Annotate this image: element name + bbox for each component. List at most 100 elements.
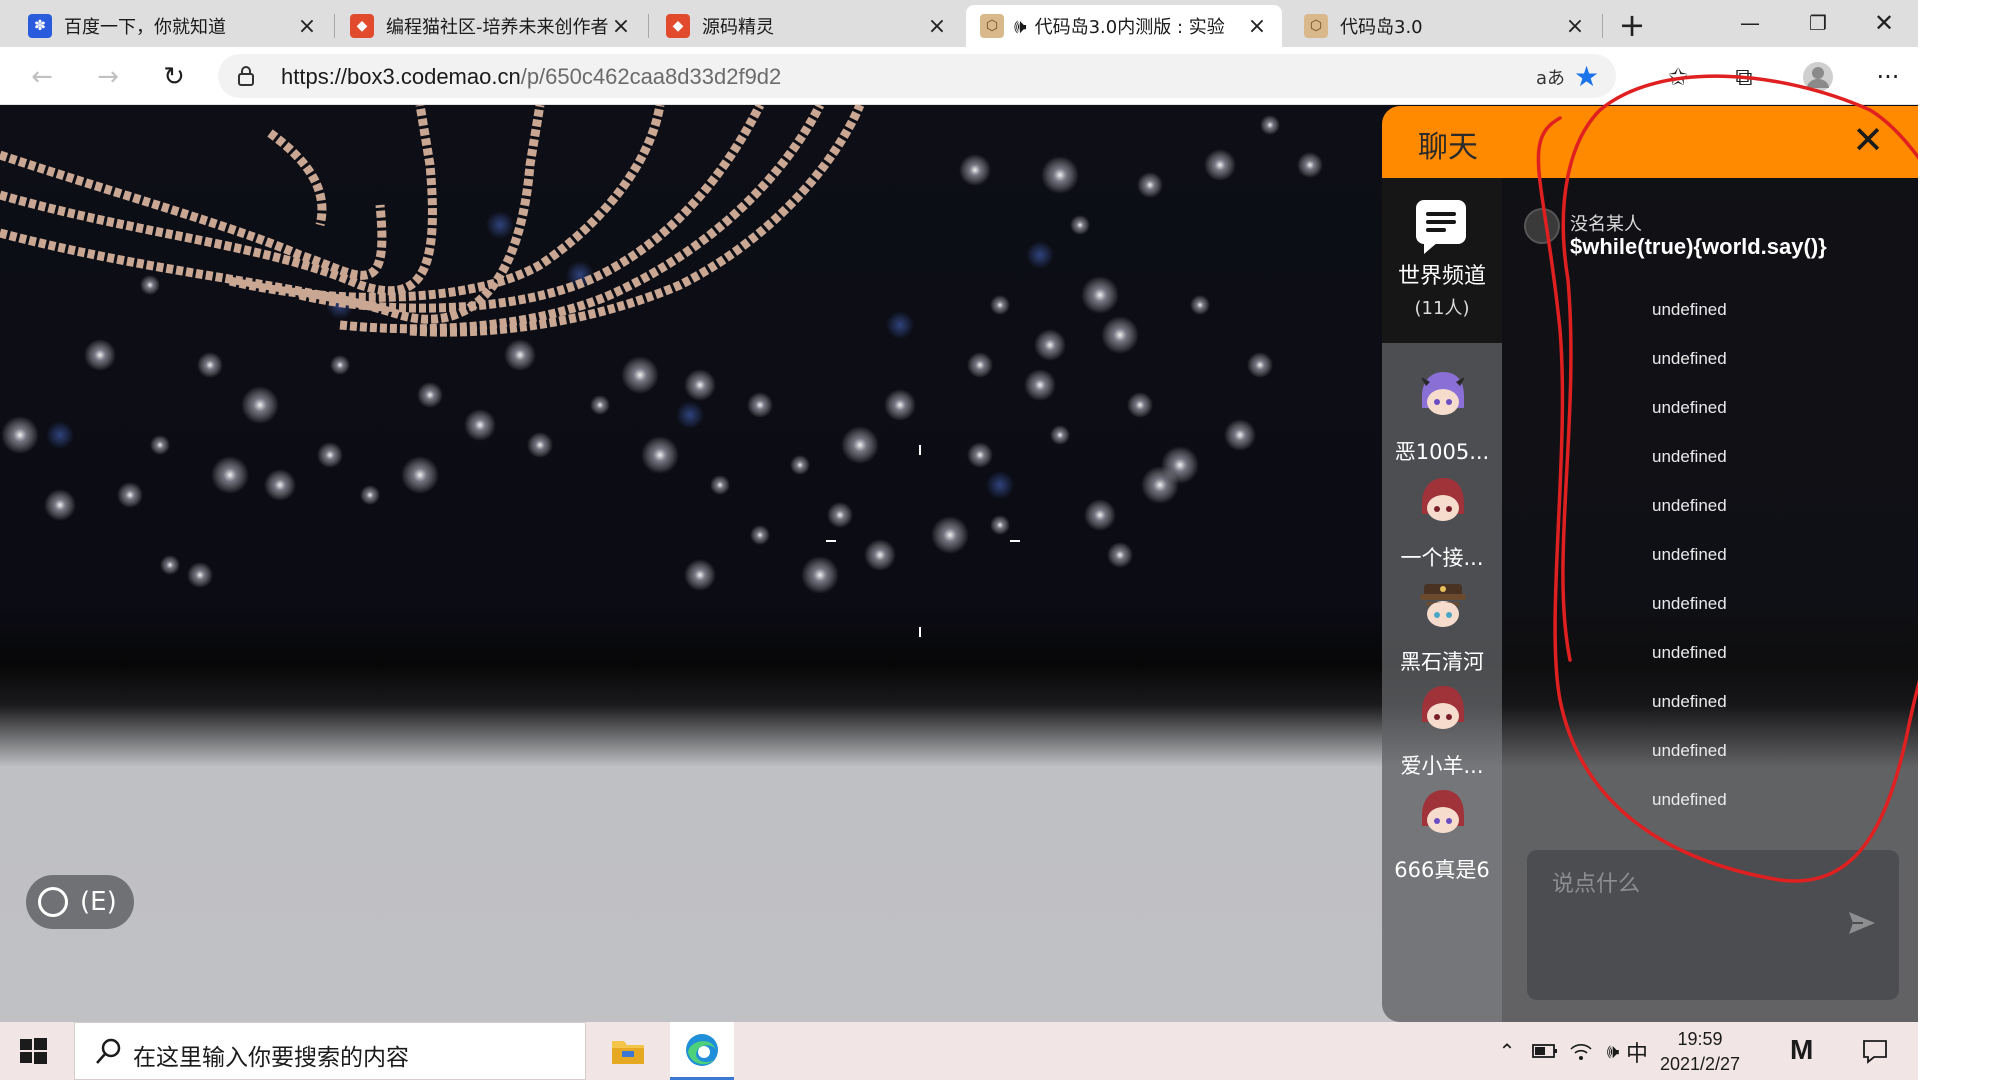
chat-messages[interactable]: 没名某人 $while(true){world.say()} undefined… xyxy=(1502,178,1918,1022)
volume-icon[interactable]: 🕪 xyxy=(1598,1036,1628,1066)
box3-cube-icon: ⬡ xyxy=(1304,14,1328,38)
tab-box3[interactable]: ⬡ 代码岛3.0 × xyxy=(1290,5,1600,47)
chat-panel: 聊天 ✕ 世界频道 (11人) 恶1005... 一个接... 黑石清河 爱小羊… xyxy=(1382,106,1918,1022)
battery-icon[interactable] xyxy=(1530,1036,1560,1066)
favorite-star-icon[interactable]: ★ xyxy=(1574,60,1599,93)
new-tab-button[interactable]: + xyxy=(1614,6,1650,44)
screen-edge xyxy=(1918,0,1998,1080)
system-message: undefined xyxy=(1652,349,1727,368)
system-message: undefined xyxy=(1652,300,1727,319)
close-icon[interactable]: × xyxy=(926,14,948,39)
send-icon[interactable] xyxy=(1847,908,1877,938)
system-message: undefined xyxy=(1652,496,1727,515)
browser-toolbar: ← → ↻ https://box3.codemao.cn/p/650c462c… xyxy=(0,47,1918,105)
file-explorer-icon[interactable] xyxy=(596,1022,660,1080)
address-bar[interactable]: https://box3.codemao.cn/p/650c462caa8d33… xyxy=(218,54,1616,98)
taskbar-search[interactable]: 在这里输入你要搜索的内容 xyxy=(74,1022,586,1080)
tab-separator xyxy=(334,14,335,38)
tab-title: 百度一下，你就知道 xyxy=(64,17,226,38)
windows-start-icon[interactable] xyxy=(18,1036,48,1066)
wifi-icon[interactable] xyxy=(1566,1036,1596,1066)
ime-indicator[interactable]: 中 xyxy=(1626,1036,1648,1068)
url-text[interactable]: https://box3.codemao.cn/p/650c462caa8d33… xyxy=(281,64,781,90)
channel-world[interactable]: 世界频道 (11人) xyxy=(1382,178,1502,343)
chat-input[interactable]: 说点什么 xyxy=(1527,850,1899,1000)
tab-source-sprite[interactable]: ◆ 源码精灵 × xyxy=(652,5,962,47)
tab-box3-beta[interactable]: ⬡ 🕪 代码岛3.0内测版 : 实验 × xyxy=(966,5,1282,47)
speaker-icon[interactable]: 🕪 xyxy=(1014,14,1027,38)
clock-time: 19:59 xyxy=(1677,1029,1723,1049)
tab-separator xyxy=(1602,14,1603,38)
system-message: undefined xyxy=(1652,790,1727,809)
channel-name: 世界频道 xyxy=(1397,264,1486,289)
tab-separator xyxy=(648,14,649,38)
tab-strip: ✽ 百度一下，你就知道 × ◆ 编程猫社区-培养未来创作者 × ◆ 源码精灵 ×… xyxy=(0,0,1918,47)
interact-key-label: (E) xyxy=(80,887,117,917)
tab-title: 代码岛3.0 xyxy=(1340,17,1423,38)
chat-header: 聊天 ✕ xyxy=(1382,106,1918,178)
avatar xyxy=(1422,790,1464,833)
baidu-paw-icon: ✽ xyxy=(28,14,52,38)
member-name: 666真是6 xyxy=(1394,858,1490,882)
more-menu-icon[interactable]: ··· xyxy=(1870,59,1906,95)
tab-title: 编程猫社区-培养未来创作者 xyxy=(386,17,609,38)
close-chat-icon[interactable]: ✕ xyxy=(1846,118,1890,162)
window-close-icon[interactable]: ✕ xyxy=(1852,4,1916,42)
stars xyxy=(1,115,1323,594)
avatar xyxy=(1420,584,1466,627)
box3-cube-icon: ⬡ xyxy=(980,14,1004,38)
url-path: /p/650c462caa8d33d2f9d2 xyxy=(520,64,782,89)
chevron-up-icon[interactable]: ⌃ xyxy=(1492,1036,1522,1066)
back-arrow-icon[interactable]: ← xyxy=(24,59,60,95)
system-message: undefined xyxy=(1652,692,1727,711)
codemao-cat-icon: ◆ xyxy=(350,14,374,38)
system-message: undefined xyxy=(1652,741,1727,760)
edge-browser-icon[interactable] xyxy=(670,1022,734,1080)
close-icon[interactable]: × xyxy=(1246,14,1268,39)
tab-baidu[interactable]: ✽ 百度一下，你就知道 × xyxy=(14,5,332,47)
collections-icon[interactable]: ⧉ xyxy=(1726,59,1762,95)
app-tray-logo-icon[interactable]: M xyxy=(1790,1034,1813,1066)
search-icon xyxy=(96,1038,121,1064)
interact-button[interactable]: (E) xyxy=(26,875,134,929)
tab-title: 代码岛3.0内测版 : 实验 xyxy=(1034,17,1225,38)
tab-title: 源码精灵 xyxy=(702,17,774,38)
avatar xyxy=(1422,686,1464,729)
windows-taskbar: 在这里输入你要搜索的内容 ⌃ 🕪 中 19:59 2021/2/27 M xyxy=(0,1022,1918,1080)
voxel-curves xyxy=(0,105,865,337)
channel-member[interactable]: 666真是6 xyxy=(1382,768,1502,898)
forward-arrow-icon[interactable]: → xyxy=(90,59,126,95)
circle-icon xyxy=(38,887,68,917)
system-message: undefined xyxy=(1652,545,1727,564)
chat-channel-list: 世界频道 (11人) 恶1005... 一个接... 黑石清河 爱小羊... 6… xyxy=(1382,178,1502,1022)
clock-date: 2021/2/27 xyxy=(1659,1054,1741,1074)
message-sender: 没名某人 xyxy=(1570,214,1642,235)
close-icon[interactable]: × xyxy=(296,14,318,39)
chat-title: 聊天 xyxy=(1418,130,1478,165)
codemao-cat-icon: ◆ xyxy=(666,14,690,38)
taskbar-clock[interactable]: 19:59 2021/2/27 xyxy=(1650,1027,1750,1077)
tab-codemao-community[interactable]: ◆ 编程猫社区-培养未来创作者 × xyxy=(336,5,646,47)
avatar xyxy=(1420,372,1466,415)
read-aloud-icon[interactable]: aあ xyxy=(1536,64,1565,90)
system-message: undefined xyxy=(1652,398,1727,417)
minimize-icon[interactable]: — xyxy=(1718,4,1782,42)
chat-bubble-icon xyxy=(1416,200,1466,254)
url-host: https://box3.codemao.cn xyxy=(281,64,521,89)
favorites-icon[interactable]: ✩ xyxy=(1660,59,1696,95)
avatar xyxy=(1422,478,1464,521)
restore-icon[interactable]: ❐ xyxy=(1786,4,1850,42)
close-icon[interactable]: × xyxy=(1564,14,1586,39)
avatar[interactable] xyxy=(1524,208,1560,244)
system-message: undefined xyxy=(1652,594,1727,613)
lock-icon[interactable] xyxy=(234,64,258,88)
search-placeholder: 在这里输入你要搜索的内容 xyxy=(133,1045,409,1071)
chat-input-placeholder: 说点什么 xyxy=(1552,872,1641,897)
notification-icon[interactable] xyxy=(1860,1036,1890,1066)
system-message: undefined xyxy=(1652,643,1727,662)
system-messages: undefined undefined undefined undefined unde… xyxy=(1502,288,1918,824)
close-icon[interactable]: × xyxy=(610,14,632,39)
channel-count: (11人) xyxy=(1414,298,1470,319)
refresh-icon[interactable]: ↻ xyxy=(156,59,192,95)
profile-avatar-icon[interactable] xyxy=(1800,59,1836,95)
